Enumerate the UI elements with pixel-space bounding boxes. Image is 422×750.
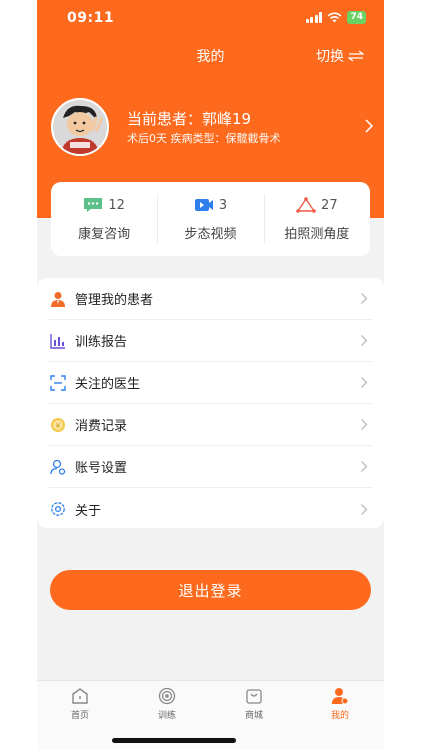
menu-label: 账号设置 [75, 461, 128, 476]
menu-item-about[interactable]: 关于 [49, 488, 372, 530]
chevron-right-icon [365, 119, 374, 133]
stat-photo-angle[interactable]: 27 拍照测角度 [263, 182, 370, 256]
chevron-right-icon [361, 335, 368, 346]
menu-item-purchase-records[interactable]: ¥ 消费记录 [49, 404, 372, 446]
tab-label: 首页 [70, 711, 89, 721]
patients-icon [49, 290, 67, 308]
swap-arrows-icon [348, 50, 364, 62]
home-icon [72, 688, 88, 704]
consultation-count: 12 [108, 197, 125, 213]
stat-consultation[interactable]: 12 康复咨询 [51, 182, 157, 256]
stats-card: 12 康复咨询 3 步态视频 27 拍照测角度 [51, 182, 370, 256]
tab-label: 商城 [244, 711, 263, 721]
status-bar: 09:11 74 [37, 0, 384, 40]
menu-item-training-report[interactable]: 训练报告 [49, 320, 372, 362]
menu-list: 管理我的患者 训练报告 关注的医生 ¥ 消费记录 账号设置 关于 [37, 278, 384, 528]
photo-angle-label: 拍照测角度 [284, 227, 350, 242]
battery-indicator: 74 [347, 11, 366, 24]
gait-video-count: 3 [218, 197, 228, 213]
menu-item-account-settings[interactable]: 账号设置 [49, 446, 372, 488]
chat-bubble-icon [84, 198, 103, 212]
status-icons: 74 [305, 11, 366, 24]
switch-label: 切换 [316, 49, 344, 65]
chevron-right-icon [361, 461, 368, 472]
chevron-right-icon [361, 503, 368, 515]
profile-icon [332, 688, 349, 705]
angle-icon [296, 197, 316, 213]
home-indicator [112, 738, 236, 743]
patient-surgery-info: 术后0天 疾病类型：保髋截骨术 [127, 132, 281, 145]
scan-doctor-icon [49, 374, 67, 392]
chevron-right-icon [361, 419, 368, 430]
video-icon [194, 199, 213, 211]
avatar [51, 98, 109, 156]
stat-gait-video[interactable]: 3 步态视频 [157, 182, 263, 256]
menu-label: 管理我的患者 [75, 293, 154, 308]
logout-button[interactable]: 退出登录 [50, 570, 371, 610]
status-time: 09:11 [67, 10, 115, 26]
user-settings-icon [49, 458, 67, 476]
menu-item-followed-doctors[interactable]: 关注的医生 [49, 362, 372, 404]
phone-screen: 09:11 74 我的 切换 当前患者：郭峰19 术后0天 疾病类型：保髋截骨术… [37, 0, 384, 750]
svg-text:¥: ¥ [56, 422, 61, 430]
coin-icon: ¥ [49, 416, 67, 434]
menu-label: 消费记录 [75, 419, 128, 434]
chevron-right-icon [361, 377, 368, 388]
tab-training[interactable]: 训练 [137, 687, 197, 721]
patient-profile[interactable]: 当前患者：郭峰19 术后0天 疾病类型：保髋截骨术 [51, 98, 374, 160]
tab-label: 训练 [157, 711, 176, 721]
menu-label: 训练报告 [75, 335, 128, 350]
menu-item-manage-patients[interactable]: 管理我的患者 [49, 278, 372, 320]
photo-angle-count: 27 [321, 197, 338, 213]
consultation-label: 康复咨询 [78, 227, 131, 242]
bar-chart-icon [49, 332, 67, 350]
gear-icon [49, 500, 67, 518]
gait-video-label: 步态视频 [184, 227, 237, 242]
cartoon-avatar-icon [53, 100, 107, 154]
chevron-right-icon [361, 293, 368, 304]
menu-label: 关注的医生 [75, 377, 141, 392]
switch-button[interactable]: 切换 [316, 46, 364, 66]
wifi-icon [328, 12, 342, 23]
shop-bag-icon [246, 689, 262, 704]
tab-profile[interactable]: 我的 [310, 687, 370, 721]
tab-label: 我的 [330, 711, 349, 721]
signal-icon [305, 12, 323, 23]
training-icon [158, 687, 176, 705]
tab-shop[interactable]: 商城 [224, 687, 284, 721]
menu-label: 关于 [75, 503, 102, 519]
patient-name: 当前患者：郭峰19 [127, 110, 252, 128]
tab-home[interactable]: 首页 [50, 687, 110, 721]
